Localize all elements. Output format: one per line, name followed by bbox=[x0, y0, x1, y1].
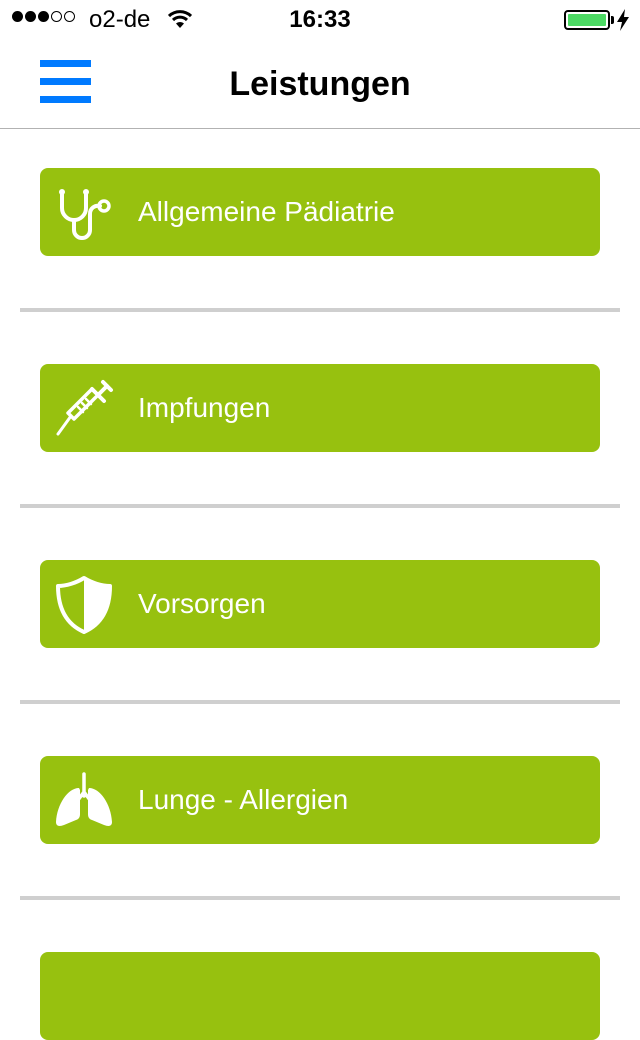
battery-level bbox=[568, 14, 606, 26]
stethoscope-icon bbox=[59, 189, 111, 240]
battery-tip bbox=[611, 16, 614, 24]
service-button-partial[interactable] bbox=[40, 952, 600, 1040]
service-label: Vorsorgen bbox=[138, 588, 266, 619]
page-title: Leistungen bbox=[229, 65, 411, 103]
navigation-bar: Leistungen bbox=[0, 40, 640, 129]
status-bar: o2-de 16:33 bbox=[0, 0, 640, 40]
clock: 16:33 bbox=[289, 6, 351, 33]
divider bbox=[20, 308, 620, 312]
battery-icon bbox=[564, 10, 610, 30]
service-button-vorsorgen[interactable]: Vorsorgen bbox=[40, 560, 600, 648]
lungs-icon bbox=[56, 772, 112, 826]
syringe-icon bbox=[56, 380, 113, 436]
charging-bolt-icon bbox=[617, 9, 629, 31]
service-button-allgemeine-paediatrie[interactable]: Allgemeine Pädiatrie bbox=[40, 168, 600, 256]
service-label: Impfungen bbox=[138, 392, 271, 423]
service-label: Lunge - Allergien bbox=[138, 784, 349, 815]
shield-icon bbox=[56, 576, 112, 634]
service-button-lunge-allergien[interactable]: Lunge - Allergien bbox=[40, 756, 600, 844]
service-label: Allgemeine Pädiatrie bbox=[138, 196, 395, 227]
divider bbox=[20, 700, 620, 704]
divider bbox=[20, 896, 620, 900]
divider bbox=[20, 504, 620, 508]
service-button-impfungen[interactable]: Impfungen bbox=[40, 364, 600, 452]
